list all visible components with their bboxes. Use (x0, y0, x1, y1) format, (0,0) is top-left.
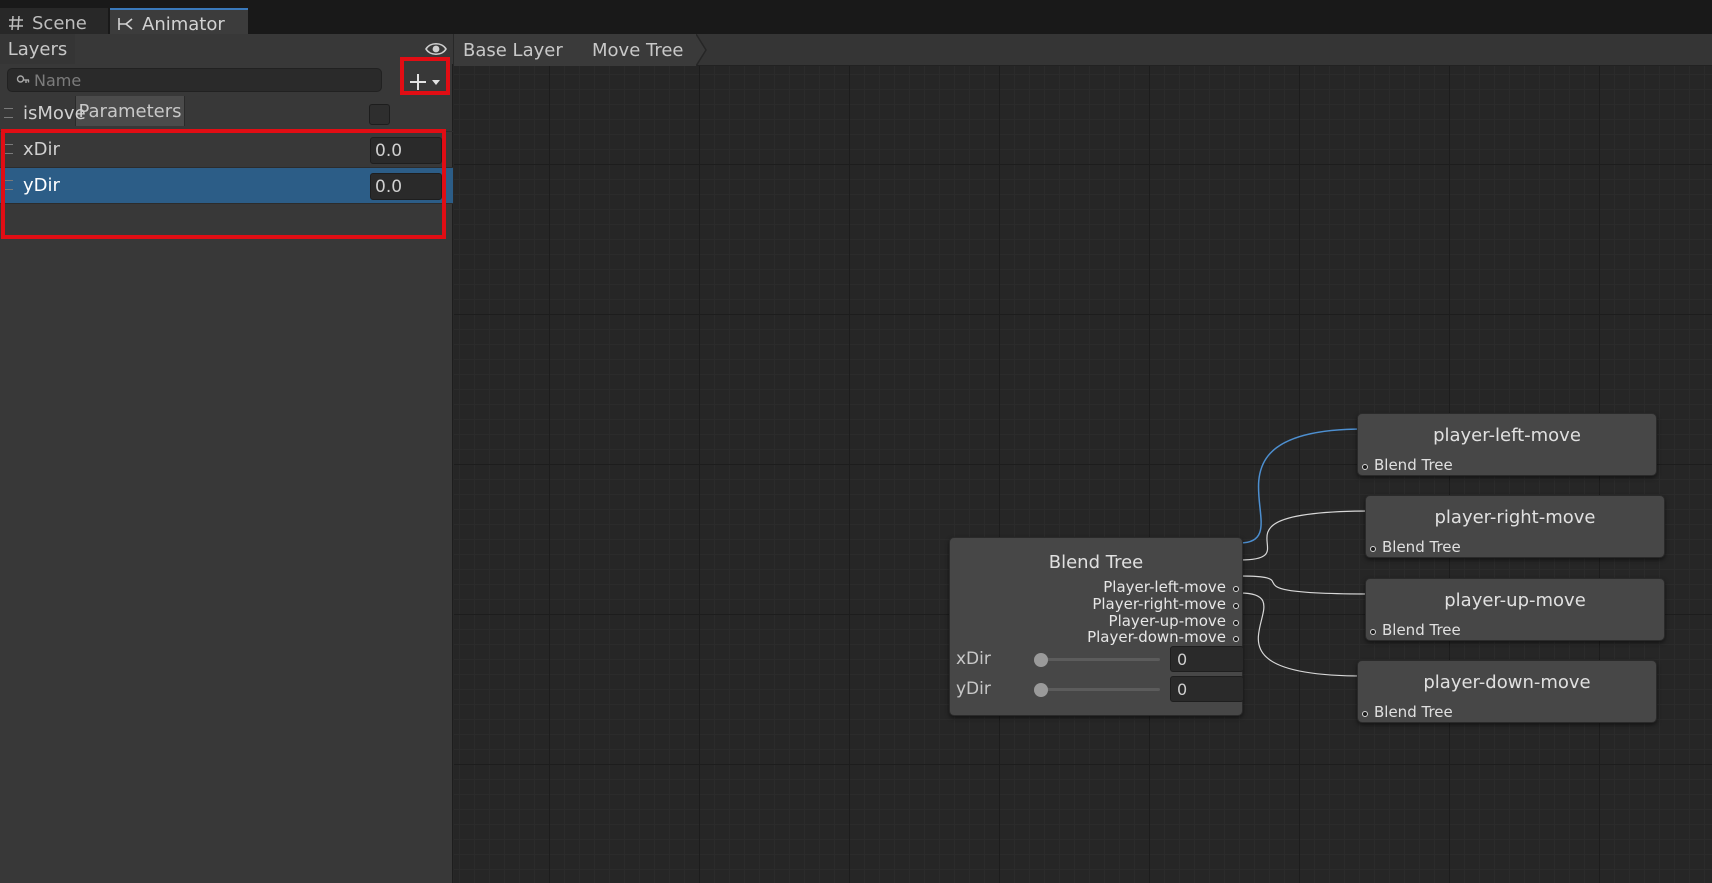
xdir-value-field[interactable]: 0.0 (370, 137, 442, 164)
wire-down (1239, 592, 1365, 677)
tab-scene-label: Scene (32, 12, 87, 34)
drag-handle-icon[interactable] (4, 180, 13, 190)
motion-node-title: player-down-move (1423, 672, 1591, 693)
tab-layers[interactable]: Layers (0, 34, 75, 64)
blend-tree-node[interactable]: Blend Tree Player-left-move Player-right… (949, 537, 1244, 716)
motion-node-up[interactable]: player-up-move Blend Tree (1365, 578, 1665, 641)
search-field[interactable] (7, 68, 382, 92)
slider-label-ydir: yDir (956, 679, 991, 699)
search-icon (12, 69, 34, 91)
parameter-name: isMove (23, 103, 86, 124)
chevron-down-icon (432, 80, 440, 85)
breadcrumb-move-tree[interactable]: Move Tree (574, 34, 696, 66)
wire-right (1239, 510, 1373, 561)
breadcrumb-base-layer[interactable]: Base Layer (454, 34, 574, 66)
output-left: Player-left-move (1103, 578, 1226, 596)
motion-node-subtitle: Blend Tree (1382, 538, 1461, 556)
eye-icon[interactable] (424, 38, 448, 60)
parameter-name: yDir (23, 175, 60, 196)
motion-node-left[interactable]: player-left-move Blend Tree (1357, 413, 1657, 476)
input-port[interactable] (1362, 711, 1368, 717)
ismove-checkbox[interactable] (369, 104, 390, 125)
ydir-value-field[interactable]: 0.0 (370, 173, 442, 200)
ydir-slider-value[interactable]: 0 (1170, 676, 1244, 702)
parameter-row-xdir[interactable]: xDir 0.0 (0, 132, 453, 168)
animator-graph-canvas[interactable]: Base Layer Move Tree Blend Tree Player-l… (454, 34, 1712, 883)
parameters-panel: Layers Parameters isMove (0, 34, 453, 883)
motion-node-title: player-right-move (1434, 507, 1596, 528)
motion-node-title: player-left-move (1433, 425, 1581, 446)
xdir-slider-value[interactable]: 0 (1170, 646, 1244, 672)
parameter-name: xDir (23, 139, 60, 160)
output-down: Player-down-move (1087, 628, 1226, 646)
slider-label-xdir: xDir (956, 649, 991, 669)
drag-handle-icon[interactable] (4, 144, 13, 154)
output-port[interactable] (1233, 620, 1239, 626)
motion-node-right[interactable]: player-right-move Blend Tree (1365, 495, 1665, 558)
output-port[interactable] (1233, 603, 1239, 609)
search-row (0, 64, 453, 96)
xdir-slider-knob[interactable] (1034, 653, 1048, 667)
window-tab-bar: Scene Animator (0, 0, 1712, 38)
breadcrumb: Base Layer Move Tree (454, 34, 1712, 66)
motion-node-subtitle: Blend Tree (1374, 703, 1453, 721)
parameter-list: isMove xDir 0.0 yDir 0.0 (0, 96, 453, 204)
input-port[interactable] (1362, 464, 1368, 470)
wire-up (1239, 575, 1373, 595)
grid-icon (6, 13, 26, 33)
blend-tree-title: Blend Tree (1048, 552, 1144, 573)
ydir-slider-knob[interactable] (1034, 683, 1048, 697)
motion-node-title: player-up-move (1444, 590, 1586, 611)
xdir-slider-track[interactable] (1040, 658, 1160, 661)
motion-node-subtitle: Blend Tree (1374, 456, 1453, 474)
animator-icon (116, 14, 136, 34)
breadcrumb-separator-icon (696, 34, 707, 66)
unity-editor-window: Scene Animator Layers Parameters Name is… (0, 0, 1712, 883)
parameter-row-ismove[interactable]: isMove (0, 96, 453, 132)
drag-handle-icon[interactable] (4, 108, 13, 118)
ydir-slider-track[interactable] (1040, 688, 1160, 691)
motion-node-down[interactable]: player-down-move Blend Tree (1357, 660, 1657, 723)
motion-node-subtitle: Blend Tree (1382, 621, 1461, 639)
panel-subtabs: Layers Parameters (0, 34, 453, 126)
tab-animator-label: Animator (142, 13, 225, 35)
output-port[interactable] (1233, 586, 1239, 592)
parameter-row-ydir[interactable]: yDir 0.0 (0, 168, 453, 204)
wire-left (1239, 428, 1365, 544)
output-port[interactable] (1233, 636, 1239, 642)
output-right: Player-right-move (1092, 595, 1226, 613)
add-parameter-button[interactable] (402, 67, 448, 97)
input-port[interactable] (1370, 546, 1376, 552)
search-input[interactable] (34, 70, 364, 90)
input-port[interactable] (1370, 629, 1376, 635)
